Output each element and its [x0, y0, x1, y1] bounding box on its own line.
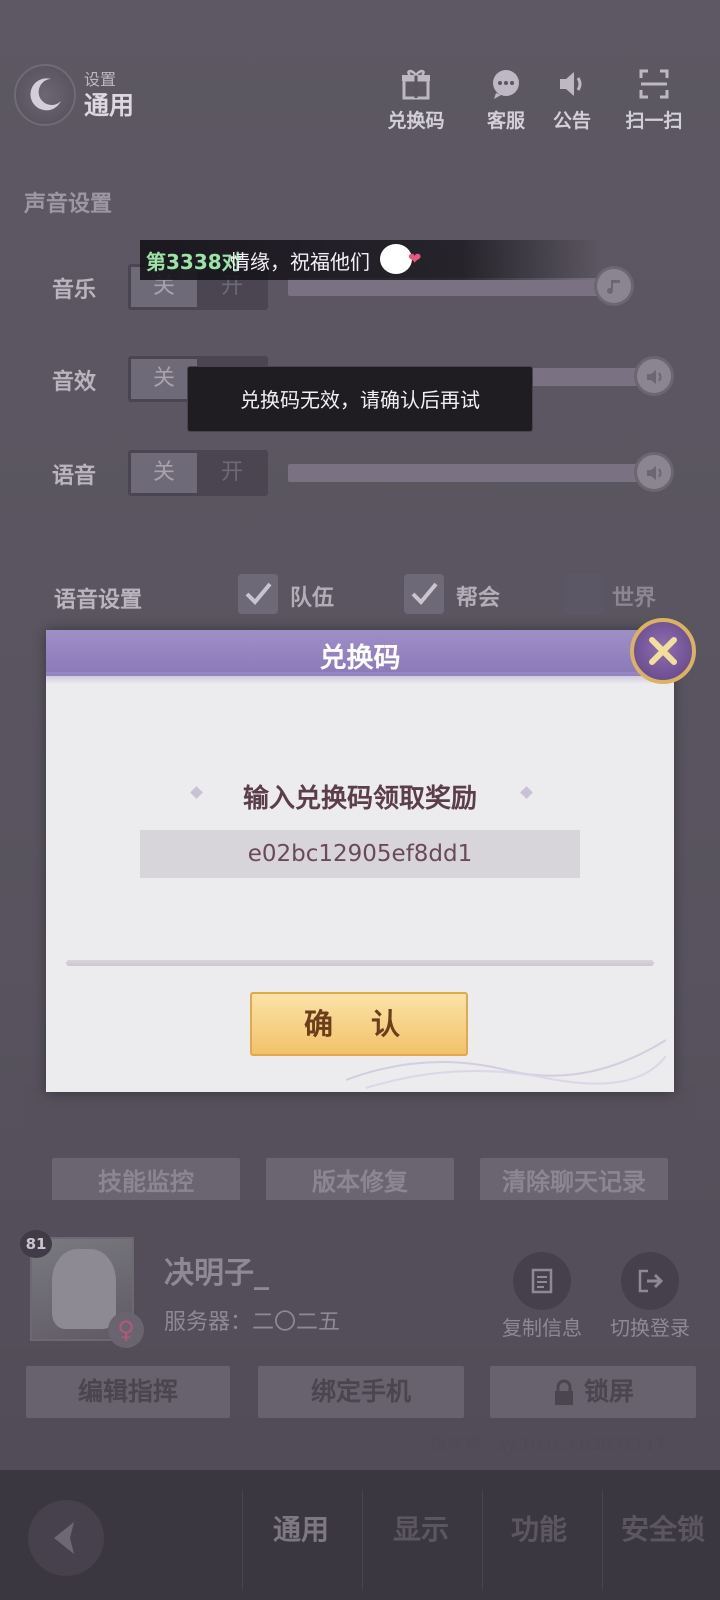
tab-display[interactable]: 显示	[362, 1508, 480, 1548]
close-icon	[649, 637, 677, 665]
effects-speaker-icon[interactable]	[634, 356, 674, 396]
bind-phone-button[interactable]: 绑定手机	[258, 1366, 464, 1418]
female-gender-icon: ♀	[108, 1312, 144, 1348]
back-arrow-icon	[54, 1522, 74, 1554]
dialog-prompt: 输入兑换码领取奖励	[242, 784, 477, 814]
redeem-code-button[interactable]: 兑换码	[376, 66, 456, 133]
level-badge: 81	[20, 1230, 52, 1258]
voice-settings-label: 语音设置	[54, 588, 143, 613]
version-repair-button[interactable]: 版本修复	[266, 1158, 454, 1206]
copy-info-label: 复制信息	[502, 1316, 582, 1340]
edit-commander-button[interactable]: 编辑指挥	[26, 1366, 230, 1418]
announcement-button[interactable]: 公告	[532, 66, 612, 133]
switch-login-button[interactable]: 切换登录	[604, 1252, 696, 1341]
voice-label: 语音	[52, 464, 97, 489]
lock-icon	[554, 1379, 573, 1405]
version-text: 版本号：sy.10.0.5.03031117	[430, 1435, 666, 1455]
back-button[interactable]	[28, 1500, 104, 1576]
voice-speaker-icon[interactable]	[634, 452, 674, 492]
announcement-marquee: 第3338对 情缘，祝福他们 ❤	[140, 240, 600, 280]
customer-service-label: 客服	[486, 110, 525, 132]
heart-icon: ❤	[408, 249, 422, 268]
document-icon	[513, 1252, 571, 1310]
team-checkbox[interactable]	[238, 574, 278, 614]
effects-label: 音效	[52, 370, 97, 395]
player-name: 决明子_	[164, 1256, 269, 1291]
marquee-text: 情缘，祝福他们	[230, 250, 370, 274]
sound-section-title: 声音设置	[24, 192, 113, 217]
dialog-divider	[66, 960, 654, 966]
checkmark-icon	[411, 582, 438, 605]
switch-login-label: 切换登录	[610, 1316, 690, 1340]
dialog-title: 兑换码	[319, 643, 401, 674]
moon-logo-icon	[14, 64, 76, 126]
voice-toggle[interactable]: 关 开	[128, 450, 268, 496]
world-checkbox[interactable]	[564, 574, 604, 614]
copy-info-button[interactable]: 复制信息	[496, 1252, 588, 1341]
music-volume-slider[interactable]	[288, 278, 618, 296]
marquee-number: 第3338对	[146, 250, 242, 274]
close-dialog-button[interactable]	[630, 618, 696, 684]
world-label: 世界	[612, 586, 657, 611]
voice-off-option[interactable]: 关	[131, 453, 197, 493]
tab-security-lock[interactable]: 安全锁	[604, 1508, 720, 1548]
guild-checkbox[interactable]	[404, 574, 444, 614]
team-label: 队伍	[290, 586, 335, 611]
settings-header: 设置 通用 兑换码 客服 公告 扫一扫	[0, 50, 720, 140]
avatar-portrait	[52, 1249, 116, 1329]
page-title: 通用	[84, 91, 135, 120]
wave-ornament-icon	[346, 1039, 666, 1089]
scan-label: 扫一扫	[625, 110, 683, 132]
lock-screen-button[interactable]: 锁屏	[490, 1366, 696, 1418]
gift-icon	[402, 69, 430, 100]
redeem-code-input[interactable]	[140, 830, 580, 878]
scan-icon	[639, 69, 669, 99]
settings-screen: 设置 通用 兑换码 客服 公告 扫一扫 声音设置 音乐 关 开 音效 关 开	[0, 0, 720, 1600]
skill-monitor-button[interactable]: 技能监控	[52, 1158, 240, 1206]
guild-label: 帮会	[456, 586, 501, 611]
scan-button[interactable]: 扫一扫	[614, 66, 694, 133]
nav-divider	[602, 1490, 603, 1590]
error-toast: 兑换码无效，请确认后再试	[187, 366, 533, 432]
logout-icon	[621, 1252, 679, 1310]
server-name: 服务器：二〇二五	[164, 1310, 341, 1335]
voice-on-option[interactable]: 开	[199, 453, 265, 493]
music-note-icon[interactable]	[594, 266, 634, 306]
lock-screen-label: 锁屏	[583, 1377, 634, 1406]
chat-bubble-icon	[493, 70, 519, 99]
voice-volume-slider[interactable]	[288, 464, 658, 482]
dialog-header: 兑换码	[46, 630, 674, 684]
music-label: 音乐	[52, 278, 97, 303]
announcement-label: 公告	[552, 110, 591, 132]
checkmark-icon	[245, 582, 272, 605]
redeem-code-dialog: 兑换码 输入兑换码领取奖励 确 认	[46, 630, 674, 1092]
clear-chat-button[interactable]: 清除聊天记录	[480, 1158, 668, 1206]
speaker-icon	[560, 72, 582, 96]
tab-function[interactable]: 功能	[480, 1508, 598, 1548]
tab-general[interactable]: 通用	[242, 1508, 360, 1548]
redeem-code-label: 兑换码	[387, 110, 445, 132]
